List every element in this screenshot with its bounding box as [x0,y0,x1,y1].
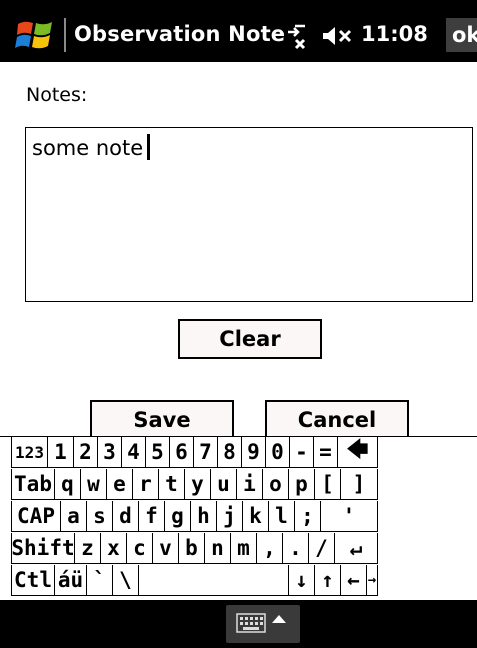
key-enter[interactable]: ↵ [335,533,378,564]
key-123[interactable]: 123 [11,437,48,468]
key-m[interactable]: m [231,533,257,564]
key-k[interactable]: k [243,501,269,532]
key-backslash[interactable]: \ [113,565,139,596]
key-y[interactable]: y [185,469,211,500]
soft-keyboard: 123 1 2 3 4 5 6 7 8 9 0 - = 🡄 Tab q w e … [0,436,477,601]
key-0[interactable]: 0 [266,437,290,468]
key-9[interactable]: 9 [242,437,266,468]
save-button[interactable]: Save [90,400,234,440]
key-period[interactable]: . [283,533,309,564]
ok-button[interactable]: ok [446,18,477,52]
key-caps[interactable]: CAP [11,501,61,532]
key-d[interactable]: d [113,501,139,532]
notes-label: Notes: [26,84,88,106]
key-backtick[interactable]: ` [87,565,113,596]
key-e[interactable]: e [107,469,133,500]
key-8[interactable]: 8 [218,437,242,468]
key-up-arrow[interactable]: ↑ [315,565,341,596]
key-l[interactable]: l [269,501,295,532]
key-5[interactable]: 5 [146,437,170,468]
connectivity-icon[interactable] [285,22,315,50]
keyboard-row-qwerty: Tab q w e r t y u i o p [ ] [0,469,477,501]
key-w[interactable]: w [81,469,107,500]
keyboard-row-home: CAP a s d f g h j k l ; ' [0,501,477,533]
key-equals[interactable]: = [314,437,338,468]
keyboard-icon [236,613,266,633]
key-backspace[interactable]: 🡄 [338,437,378,468]
key-i[interactable]: i [237,469,263,500]
key-c[interactable]: c [127,533,153,564]
key-shift[interactable]: Shift [11,533,75,564]
keyboard-row-numbers: 123 1 2 3 4 5 6 7 8 9 0 - = 🡄 [0,437,477,469]
key-4[interactable]: 4 [122,437,146,468]
windows-start-icon[interactable] [14,16,58,54]
title-bar: Observation Note 11:08 ok [0,0,477,62]
key-g[interactable]: g [165,501,191,532]
key-z[interactable]: z [75,533,101,564]
title-separator [64,18,66,52]
key-v[interactable]: v [153,533,179,564]
keyboard-row-bottom: Ctl áü ` \ ↓ ↑ ← → [0,565,477,597]
key-minus[interactable]: - [290,437,314,468]
key-right-arrow[interactable]: → [367,565,378,596]
key-down-arrow[interactable]: ↓ [289,565,315,596]
key-left-bracket[interactable]: [ [315,469,341,500]
cancel-button[interactable]: Cancel [265,400,409,440]
key-2[interactable]: 2 [74,437,98,468]
key-1[interactable]: 1 [48,437,74,468]
key-u[interactable]: u [211,469,237,500]
key-r[interactable]: r [133,469,159,500]
key-ctrl[interactable]: Ctl [11,565,55,596]
input-panel-toggle[interactable] [226,605,300,643]
key-f[interactable]: f [139,501,165,532]
key-b[interactable]: b [179,533,205,564]
key-slash[interactable]: / [309,533,335,564]
clear-button[interactable]: Clear [178,319,322,359]
notes-text: some note [32,136,144,160]
key-tab[interactable]: Tab [11,469,55,500]
notes-textarea[interactable]: some note [25,127,473,302]
key-left-arrow[interactable]: ← [341,565,367,596]
key-a[interactable]: a [61,501,87,532]
key-s[interactable]: s [87,501,113,532]
key-right-bracket[interactable]: ] [341,469,378,500]
key-comma[interactable]: , [257,533,283,564]
volume-muted-icon[interactable] [321,24,355,48]
key-quote[interactable]: ' [321,501,378,532]
key-intl[interactable]: áü [55,565,87,596]
text-caret [147,134,151,160]
key-o[interactable]: o [263,469,289,500]
key-p[interactable]: p [289,469,315,500]
clock[interactable]: 11:08 [361,22,428,46]
key-t[interactable]: t [159,469,185,500]
key-7[interactable]: 7 [194,437,218,468]
key-n[interactable]: n [205,533,231,564]
key-6[interactable]: 6 [170,437,194,468]
key-j[interactable]: j [217,501,243,532]
key-semicolon[interactable]: ; [295,501,321,532]
key-x[interactable]: x [101,533,127,564]
keyboard-row-shift: Shift z x c v b n m , . / ↵ [0,533,477,565]
key-h[interactable]: h [191,501,217,532]
key-q[interactable]: q [55,469,81,500]
window-title: Observation Note [74,22,286,46]
key-space[interactable] [139,565,289,596]
chevron-up-icon [272,615,286,623]
key-3[interactable]: 3 [98,437,122,468]
